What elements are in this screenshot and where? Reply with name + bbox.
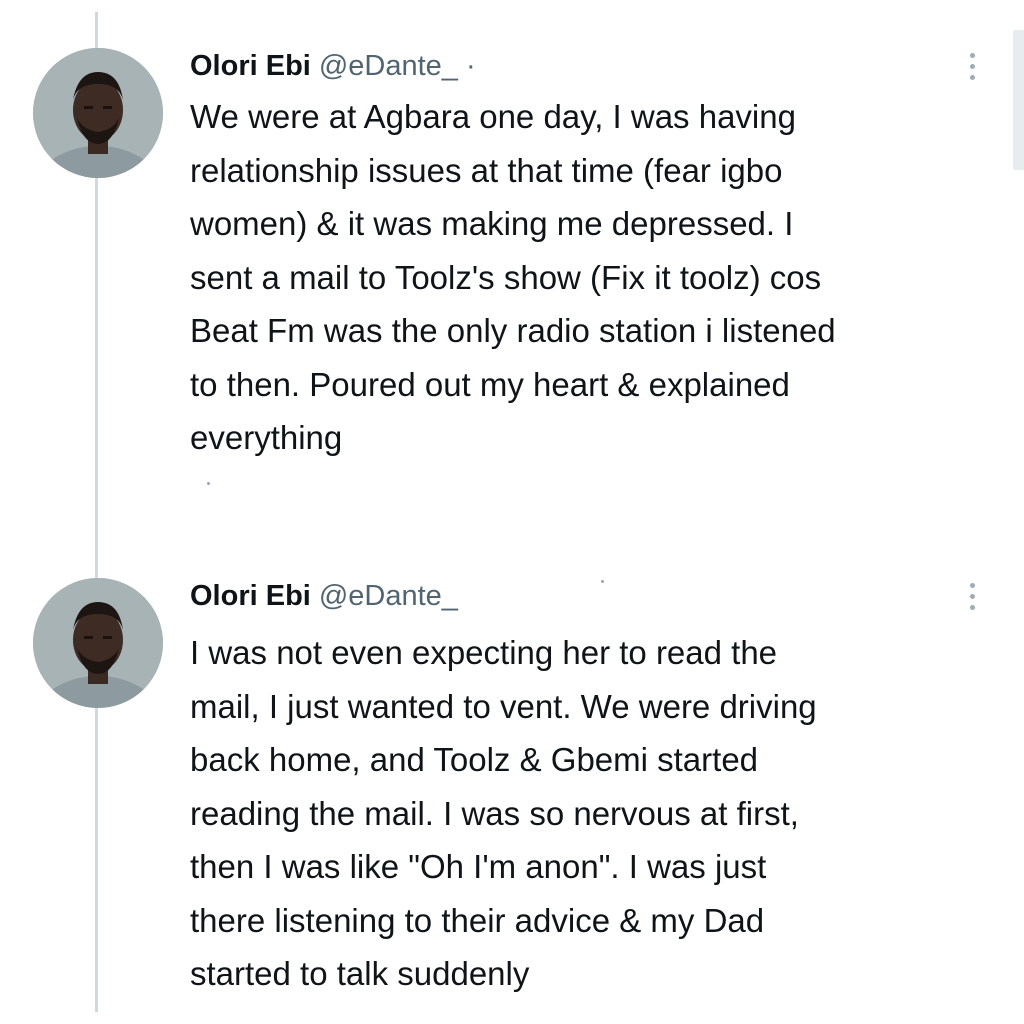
profile-photo-icon: [33, 578, 163, 708]
ellipsis-dot: [969, 74, 975, 80]
author-name[interactable]: Olori Ebi: [190, 50, 311, 82]
separator-dot: ·: [465, 50, 476, 82]
tweet-text: We were at Agbara one day, I was having …: [190, 98, 836, 456]
profile-photo-icon: [33, 48, 163, 178]
avatar[interactable]: [33, 48, 163, 178]
tweet-text: I was not even expecting her to read the…: [190, 634, 817, 992]
ellipsis-dot: [969, 593, 975, 599]
ellipsis-dot: [969, 604, 975, 610]
artifact-dot: [207, 482, 210, 485]
author-handle[interactable]: @eDante_: [319, 580, 458, 612]
tweet-header: Olori Ebi @eDante_: [190, 578, 458, 614]
tweet-header: Olori Ebi @eDante_ ·: [190, 48, 476, 84]
vertical-ellipsis-icon: [969, 52, 975, 58]
avatar[interactable]: [33, 578, 163, 708]
artifact-dot: [601, 580, 604, 583]
vertical-ellipsis-icon: [969, 582, 975, 588]
more-options-button[interactable]: [962, 46, 982, 86]
author-handle[interactable]: @eDante_: [319, 50, 458, 82]
ellipsis-dot: [969, 63, 975, 69]
tweet[interactable]: Olori Ebi @eDante_ I was not even expecti…: [0, 570, 1024, 1000]
author-name[interactable]: Olori Ebi: [190, 580, 311, 612]
more-options-button[interactable]: [962, 576, 982, 616]
tweet[interactable]: Olori Ebi @eDante_ · We were at Agbara one…: [0, 40, 1024, 510]
